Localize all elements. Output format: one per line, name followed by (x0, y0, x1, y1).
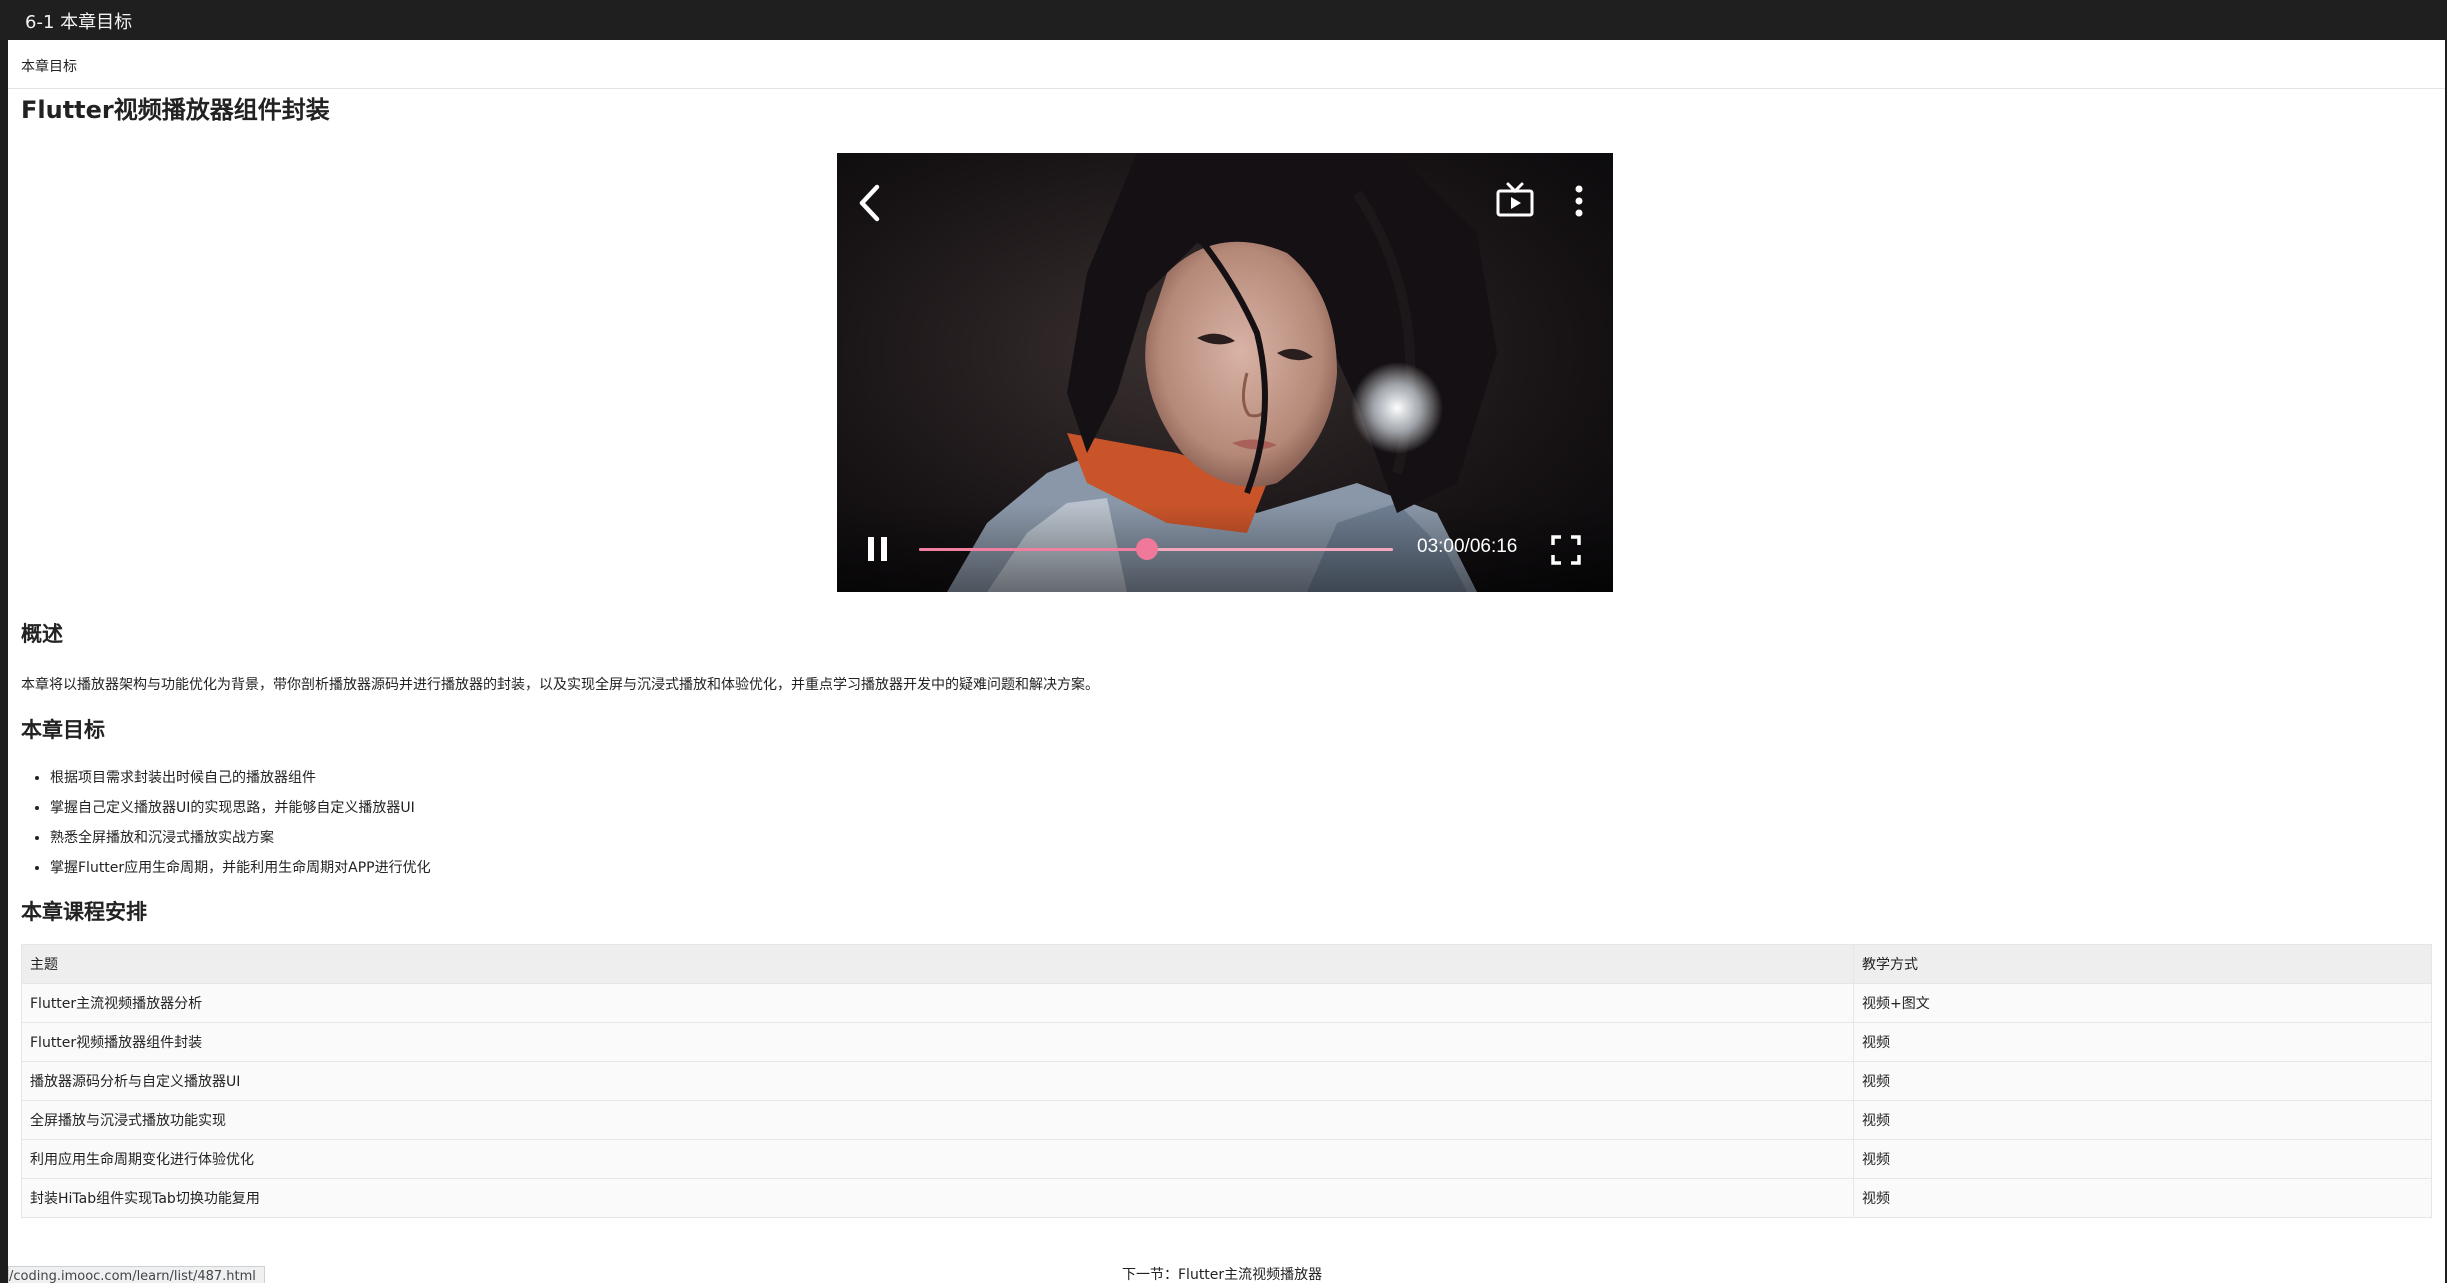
list-item: 熟悉全屏播放和沉浸式播放实战方案 (50, 828, 431, 858)
list-item: 掌握Flutter应用生命周期，并能利用生命周期对APP进行优化 (50, 858, 431, 888)
next-section-link[interactable]: 下一节：Flutter主流视频播放器 (1122, 1264, 1322, 1283)
table-cell-method: 视频 (1853, 1100, 2432, 1140)
table-header-row: 主题 教学方式 (21, 944, 2432, 984)
page-header: 本章目标 (8, 40, 2445, 89)
table-cell-topic: 封装HiTab组件实现Tab切换功能复用 (21, 1178, 1854, 1218)
progress-buffered (1147, 548, 1393, 551)
fullscreen-icon[interactable] (1549, 533, 1583, 567)
table-cell-topic: 播放器源码分析与自定义播放器UI (21, 1061, 1854, 1101)
table-cell-method: 视频 (1853, 1139, 2432, 1179)
table-cell-method: 视频 (1853, 1022, 2432, 1062)
table-cell-method: 视频 (1853, 1178, 2432, 1218)
page-content: 本章目标 Flutter视频播放器组件封装 03:00/06:16 概述 本章将… (8, 40, 2445, 1283)
list-item: 掌握自己定义播放器UI的实现思路，并能够自定义播放器UI (50, 798, 431, 828)
table-row: Flutter主流视频播放器分析 视频+图文 (21, 983, 2432, 1023)
status-bar-url: /coding.imooc.com/learn/list/487.html (8, 1266, 265, 1283)
table-cell-method: 视频+图文 (1853, 983, 2432, 1023)
table-row: 全屏播放与沉浸式播放功能实现 视频 (21, 1100, 2432, 1140)
progress-slider[interactable] (919, 533, 1393, 565)
more-vert-icon[interactable] (1567, 181, 1591, 221)
video-player[interactable]: 03:00/06:16 (837, 153, 1613, 592)
tv-cast-icon[interactable] (1495, 181, 1535, 221)
table-row: Flutter视频播放器组件封装 视频 (21, 1022, 2432, 1062)
schedule-heading: 本章课程安排 (21, 900, 147, 924)
overview-heading: 概述 (21, 622, 63, 646)
table-row: 利用应用生命周期变化进行体验优化 视频 (21, 1139, 2432, 1179)
playback-time: 03:00/06:16 (1417, 536, 1518, 557)
page-title: Flutter视频播放器组件封装 (21, 96, 330, 124)
column-header-topic: 主题 (21, 944, 1854, 984)
table-cell-method: 视频 (1853, 1061, 2432, 1101)
window-title: 6-1 本章目标 (25, 12, 133, 33)
list-item: 根据项目需求封装出时候自己的播放器组件 (50, 768, 431, 798)
table-row: 播放器源码分析与自定义播放器UI 视频 (21, 1061, 2432, 1101)
table-row: 封装HiTab组件实现Tab切换功能复用 视频 (21, 1178, 2432, 1218)
table-cell-topic: 利用应用生命周期变化进行体验优化 (21, 1139, 1854, 1179)
back-icon[interactable] (855, 181, 885, 225)
progress-thumb[interactable] (1136, 538, 1158, 560)
goals-heading: 本章目标 (21, 718, 105, 742)
table-cell-topic: 全屏播放与沉浸式播放功能实现 (21, 1100, 1854, 1140)
goals-list: 根据项目需求封装出时候自己的播放器组件 掌握自己定义播放器UI的实现思路，并能够… (21, 768, 431, 888)
window-title-bar: 6-1 本章目标 (0, 0, 2447, 40)
schedule-table: 主题 教学方式 Flutter主流视频播放器分析 视频+图文 Flutter视频… (21, 944, 2432, 1218)
table-cell-topic: Flutter主流视频播放器分析 (21, 983, 1854, 1023)
table-cell-topic: Flutter视频播放器组件封装 (21, 1022, 1854, 1062)
progress-played (919, 548, 1147, 551)
breadcrumb: 本章目标 (21, 59, 77, 75)
column-header-method: 教学方式 (1853, 944, 2432, 984)
pause-icon[interactable] (865, 533, 891, 565)
overview-text: 本章将以播放器架构与功能优化为背景，带你剖析播放器源码并进行播放器的封装，以及实… (21, 677, 1099, 693)
